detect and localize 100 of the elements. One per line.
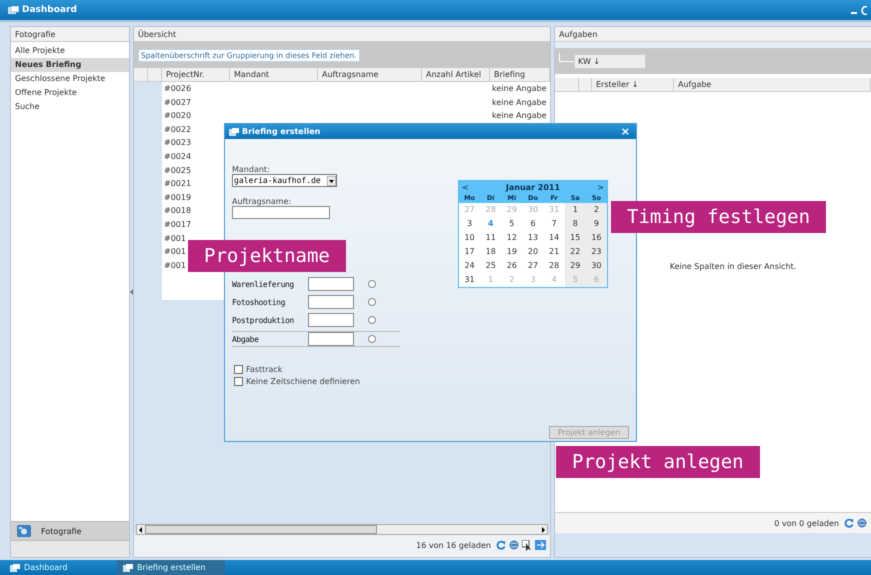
calendar-day[interactable]: 7 [544,217,565,231]
window-icon [8,6,19,14]
column-header[interactable]: Briefing [490,68,550,81]
camera-icon [17,525,31,537]
calendar-day[interactable]: 27 [522,259,544,273]
column-header[interactable]: Aufgabe [674,78,871,91]
calendar-day[interactable]: 15 [564,231,586,245]
radio-button[interactable] [368,298,376,306]
refresh-icon[interactable] [496,540,506,550]
table-cell-text: #0025 [163,164,192,177]
calendar-day[interactable]: 1 [564,203,586,217]
sidebar-item[interactable]: Neues Briefing [11,58,129,72]
table-cell-text: #0023 [163,137,192,150]
date-field[interactable] [308,332,354,346]
calendar-day[interactable]: 30 [586,259,607,273]
empty-message: Keine Spalten in dieser Ansicht. [670,262,796,271]
taskbar-button[interactable]: Briefing erstellen [117,560,225,575]
next-month-button[interactable]: > [597,182,604,192]
calendar-day[interactable]: 18 [480,245,502,259]
phase-label: Warenlieferung [232,280,295,288]
table-cell-text: #0017 [163,218,192,231]
calendar-day[interactable]: 24 [459,259,480,273]
calendar-day[interactable]: 31 [459,273,480,287]
panel-title: Fotografie [15,30,56,38]
status-text: 16 von 16 geladen [416,540,491,550]
callout-label: Projekt anlegen [556,446,760,478]
calendar-day[interactable]: 14 [544,231,565,245]
calendar-day[interactable]: 12 [501,231,522,245]
status-text: 0 von 0 geladen [774,518,839,528]
table-cell-text: #0019 [163,192,192,204]
calendar-day[interactable]: 16 [586,231,607,245]
taskbar-button[interactable]: Dashboard [4,560,79,575]
calendar-day[interactable]: 26 [501,259,522,273]
month-title: Januar 2011 [506,182,560,192]
previous-month-button[interactable]: < [462,182,469,192]
checkbox[interactable] [234,376,243,386]
table-cell-text: #0020 [163,110,192,122]
category-button[interactable]: Fotografie [11,521,129,541]
close-button[interactable]: × [618,126,632,138]
calendar-day[interactable]: 2 [586,203,607,217]
dialog-title: Briefing erstellen [242,127,320,136]
calendar-day[interactable]: 29 [564,259,586,273]
calendar-day[interactable]: 9 [586,217,607,231]
calendar-day[interactable]: 11 [480,231,502,245]
calendar-day[interactable]: 20 [522,245,544,259]
date-field[interactable] [308,277,354,291]
dropdown-arrow-icon [327,176,336,186]
callout-label: Projektname [188,240,346,272]
group-chip[interactable]: KW ↓ [574,54,646,68]
panel-title: Übersicht [138,30,176,38]
calendar-day[interactable]: 13 [522,231,544,245]
arrow-left-icon[interactable] [137,526,144,534]
calendar-day[interactable]: 3 [459,217,480,231]
checkbox[interactable] [234,364,243,374]
window-title: Dashboard [22,5,77,15]
calendar-day[interactable]: 25 [480,259,502,273]
refresh-icon[interactable] [844,518,854,528]
calendar-day[interactable]: 10 [459,231,480,245]
calendar-day[interactable]: 28 [544,259,565,273]
table-cell-text: #0022 [163,124,192,136]
calendar-day[interactable]: 17 [459,245,480,259]
radio-button[interactable] [368,316,376,324]
radio-button[interactable] [368,335,376,343]
column-header[interactable]: Anzahl Artikel [422,68,490,81]
phase-label: Postproduktion [232,316,295,324]
sidebar-item[interactable]: Geschlossene Projekte [11,72,129,86]
calendar-day[interactable]: 8 [564,217,586,231]
window-icon [123,564,133,572]
sidebar-item[interactable]: Offene Projekte [11,86,129,100]
column-header[interactable]: Mandant [230,68,318,81]
collapse-arrow-icon[interactable] [130,289,133,295]
input-field[interactable] [232,206,330,219]
phase-label: Abgabe [232,334,260,344]
table-cell-text: #001 [163,260,187,272]
calendar-day[interactable]: 22 [564,245,586,259]
globe-icon[interactable] [857,518,867,528]
arrow-right-icon[interactable] [540,526,547,534]
cursor-icon[interactable] [522,540,532,550]
calendar-day[interactable]: 5 [501,217,522,231]
calendar-day[interactable]: 21 [544,245,565,259]
column-header[interactable]: Auftragsname [318,68,422,81]
table-cell-text: #0026 [163,83,192,95]
calendar-day[interactable]: 23 [586,245,607,259]
date-field[interactable] [308,313,354,327]
table-cell-text: keine Angabe [491,83,548,95]
column-header[interactable]: Ersteller ↓ [592,78,674,91]
column-header[interactable]: ProjectNr. [162,68,230,81]
client-dropdown[interactable]: galeria-kaufhof.de [232,174,337,187]
sidebar-item[interactable]: Suche [11,100,129,114]
date-field[interactable] [308,295,354,309]
table-cell-text: #001 [163,232,187,245]
calendar-day[interactable]: 6 [522,217,544,231]
phase-label: Fotoshooting [232,298,286,306]
sidebar-item[interactable]: Alle Projekte [11,44,129,58]
calendar-day[interactable]: 19 [501,245,522,259]
checkbox-label: Keine Zeitschiene definieren [246,376,360,386]
table-cell-text: #0018 [163,205,192,218]
globe-icon[interactable] [509,540,519,550]
horizontal-scrollbar[interactable] [136,524,548,535]
radio-button[interactable] [368,280,376,288]
